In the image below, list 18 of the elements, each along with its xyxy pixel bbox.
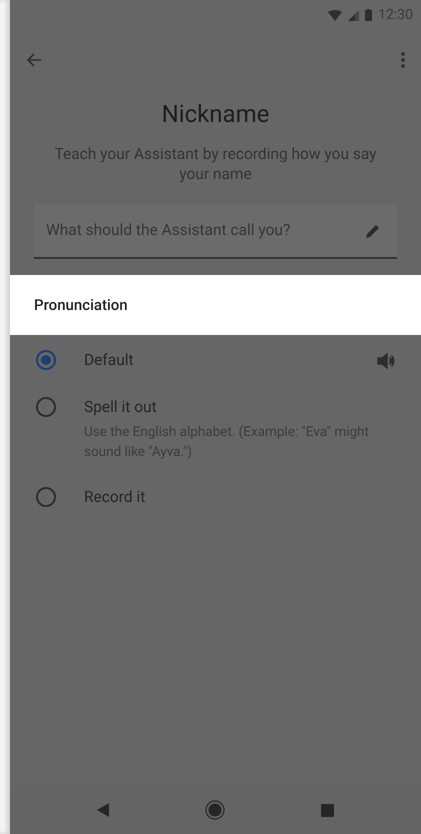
option-label[interactable]: Record it xyxy=(84,486,146,509)
back-arrow-icon[interactable] xyxy=(26,52,42,68)
option-label[interactable]: Spell it out xyxy=(84,396,157,420)
signal-icon xyxy=(348,10,360,20)
section-title: Pronunciation xyxy=(34,294,128,316)
square-icon[interactable] xyxy=(321,804,334,816)
page-title: Nickname xyxy=(160,99,270,130)
wifi-icon xyxy=(328,10,342,20)
home-circle-icon[interactable] xyxy=(205,800,225,820)
radio-button[interactable] xyxy=(36,397,56,418)
pencil-icon[interactable] xyxy=(365,222,381,238)
battery-icon xyxy=(365,9,372,21)
radio-button[interactable] xyxy=(36,486,56,506)
radio-button[interactable] xyxy=(36,350,56,370)
option-label[interactable]: Default xyxy=(84,349,134,372)
more-options-icon[interactable] xyxy=(401,52,405,68)
speaker-icon[interactable] xyxy=(377,352,395,369)
back-triangle-icon[interactable] xyxy=(97,803,109,817)
